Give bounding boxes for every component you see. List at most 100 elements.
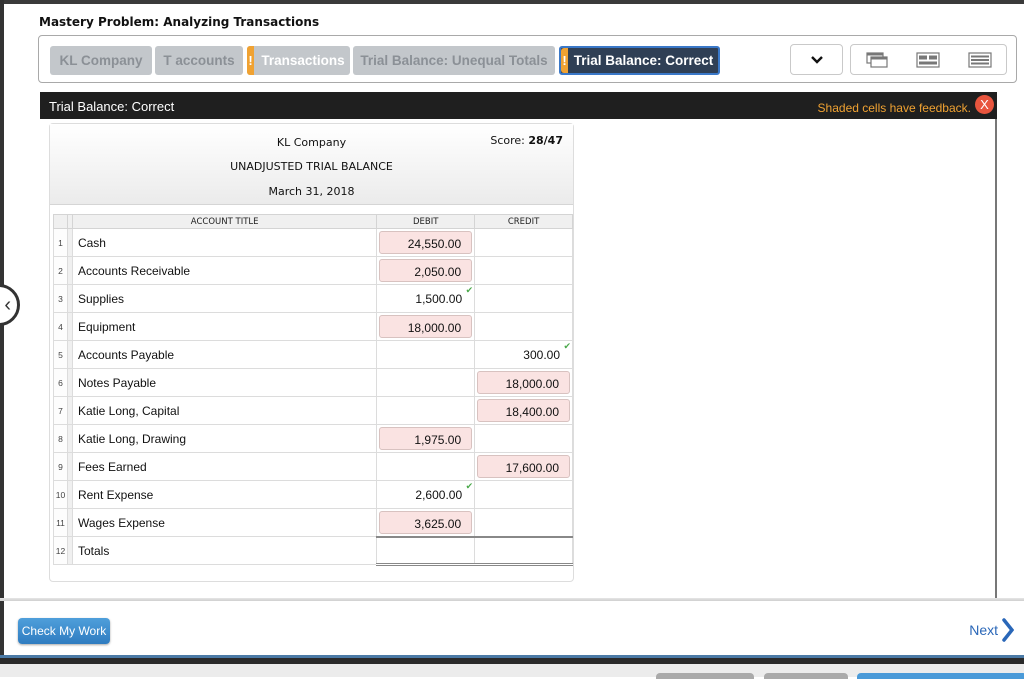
credit-cell[interactable] — [474, 312, 573, 341]
panel-header: Trial Balance: Correct Shaded cells have… — [40, 92, 997, 119]
debit-amount-input[interactable]: 3,625.00 — [379, 511, 473, 534]
credit-amount-input[interactable] — [477, 231, 570, 254]
credit-amount-input[interactable] — [477, 259, 570, 282]
bottom-button[interactable] — [764, 673, 848, 679]
previous-nav-button[interactable]: ‹ — [0, 284, 20, 326]
credit-amount-input[interactable] — [477, 287, 570, 310]
debit-amount-input[interactable] — [379, 371, 472, 394]
row-number: 2 — [53, 256, 68, 285]
table-row: 3 Supplies 1,500.00 ✔ — [53, 284, 573, 313]
credit-cell[interactable]: 18,400.00 — [474, 396, 573, 425]
credit-cell[interactable] — [474, 228, 573, 257]
debit-cell[interactable]: 2,600.00 ✔ — [376, 480, 476, 509]
debit-amount-input[interactable] — [379, 399, 472, 422]
account-title-cell[interactable]: Cash — [71, 228, 378, 257]
debit-cell[interactable]: 1,975.00 — [376, 424, 476, 453]
debit-amount-input[interactable] — [379, 343, 472, 366]
bottom-button[interactable] — [656, 673, 754, 679]
tab-t-accounts[interactable]: T accounts — [155, 46, 243, 75]
debit-cell[interactable] — [376, 535, 476, 566]
account-title-cell[interactable]: Rent Expense — [71, 480, 378, 509]
credit-amount-input[interactable] — [477, 540, 570, 562]
account-title-cell[interactable]: Accounts Receivable — [71, 256, 378, 285]
account-title-cell[interactable]: Katie Long, Capital — [71, 396, 378, 425]
credit-cell[interactable] — [474, 424, 573, 453]
tab-trial-balance-unequal[interactable]: Trial Balance: Unequal Totals — [353, 46, 555, 75]
row-number: 12 — [53, 536, 68, 565]
account-title-cell[interactable]: Equipment — [71, 312, 378, 341]
account-title-header: ACCOUNT TITLE — [71, 214, 378, 229]
tab-kl-company[interactable]: KL Company — [50, 46, 152, 75]
debit-amount-input[interactable]: 24,550.00 — [379, 231, 473, 254]
debit-cell[interactable] — [376, 396, 476, 425]
account-title-cell[interactable]: Wages Expense — [71, 508, 378, 537]
row-number: 8 — [53, 424, 68, 453]
list-view-button[interactable] — [954, 44, 1007, 75]
debit-cell[interactable] — [376, 340, 476, 369]
table-row: 5 Accounts Payable 300.00 ✔ — [53, 340, 573, 369]
debit-amount-input[interactable] — [379, 540, 472, 562]
warning-flag-icon: ! — [561, 48, 568, 73]
credit-cell[interactable] — [474, 480, 573, 509]
account-title-cell[interactable]: Notes Payable — [71, 368, 378, 397]
credit-amount-input[interactable]: 18,400.00 — [477, 399, 570, 422]
credit-amount-input[interactable] — [477, 511, 570, 534]
bottom-button[interactable] — [857, 673, 1024, 679]
row-number: 1 — [53, 228, 68, 257]
credit-amount-input[interactable] — [477, 315, 570, 338]
tab-label: Trial Balance: Correct — [573, 53, 714, 68]
debit-cell[interactable]: 24,550.00 — [376, 228, 476, 257]
credit-cell[interactable]: 17,600.00 — [474, 452, 573, 481]
credit-cell[interactable]: 300.00 ✔ — [474, 340, 573, 369]
debit-amount-input[interactable]: 18,000.00 — [379, 315, 473, 338]
statement-title: UNADJUSTED TRIAL BALANCE — [230, 160, 393, 173]
tab-label: Transactions — [261, 53, 345, 68]
debit-cell[interactable]: 18,000.00 — [376, 312, 476, 341]
debit-cell[interactable] — [376, 368, 476, 397]
credit-cell[interactable] — [474, 256, 573, 285]
debit-amount-input[interactable]: 2,050.00 — [379, 259, 473, 282]
row-number: 11 — [53, 508, 68, 537]
account-title-cell[interactable]: Totals — [71, 536, 378, 565]
trial-balance-sheet: KL Company UNADJUSTED TRIAL BALANCE Marc… — [49, 123, 574, 582]
credit-amount-input[interactable] — [477, 483, 570, 506]
cascade-view-button[interactable] — [850, 44, 903, 75]
tab-transactions[interactable]: ! Transactions — [247, 46, 350, 75]
close-feedback-icon[interactable]: X — [975, 95, 994, 114]
credit-amount-input[interactable] — [477, 427, 570, 450]
debit-header: DEBIT — [376, 214, 476, 229]
credit-cell[interactable]: 18,000.00 — [474, 368, 573, 397]
debit-cell[interactable]: 1,500.00 ✔ — [376, 284, 476, 313]
debit-cell[interactable] — [376, 452, 476, 481]
tab-dropdown-button[interactable] — [790, 44, 843, 75]
account-title-cell[interactable]: Fees Earned — [71, 452, 378, 481]
split-view-button[interactable] — [902, 44, 955, 75]
credit-amount-input[interactable]: 300.00 — [477, 343, 570, 366]
credit-amount-input[interactable]: 17,600.00 — [477, 455, 570, 478]
tab-trial-balance-correct[interactable]: ! Trial Balance: Correct — [559, 46, 720, 75]
debit-amount-input[interactable]: 1,975.00 — [379, 427, 473, 450]
credit-cell[interactable] — [474, 284, 573, 313]
score-value: 28/47 — [528, 134, 563, 147]
credit-cell[interactable] — [474, 508, 573, 537]
credit-cell[interactable] — [474, 535, 573, 566]
debit-amount-input[interactable]: 2,600.00 — [379, 483, 472, 506]
next-button[interactable]: Next — [969, 618, 1014, 642]
debit-cell[interactable]: 2,050.00 — [376, 256, 476, 285]
debit-amount-input[interactable] — [379, 455, 472, 478]
cascade-windows-icon — [865, 51, 888, 68]
tab-label: Trial Balance: Unequal Totals — [360, 53, 548, 68]
account-title-cell[interactable]: Accounts Payable — [71, 340, 378, 369]
problem-title: Mastery Problem: Analyzing Transactions — [39, 15, 320, 29]
debit-amount-input[interactable]: 1,500.00 — [379, 287, 472, 310]
row-number: 7 — [53, 396, 68, 425]
check-my-work-button[interactable]: Check My Work — [18, 618, 110, 644]
account-title-cell[interactable]: Katie Long, Drawing — [71, 424, 378, 453]
footer-divider — [0, 598, 1024, 601]
row-number: 10 — [53, 480, 68, 509]
credit-amount-input[interactable]: 18,000.00 — [477, 371, 570, 394]
account-title-cell[interactable]: Supplies — [71, 284, 378, 313]
totals-row: 12 Totals — [53, 535, 573, 566]
split-panels-icon — [916, 51, 940, 68]
debit-cell[interactable]: 3,625.00 — [376, 508, 476, 537]
